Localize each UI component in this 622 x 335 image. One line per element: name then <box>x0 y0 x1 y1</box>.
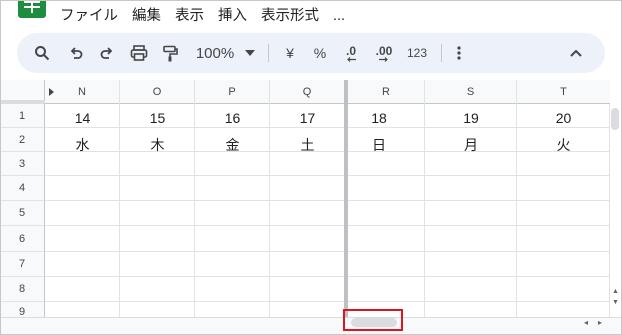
grid-line <box>45 225 610 226</box>
cell-s1[interactable]: 19 <box>425 110 517 126</box>
paint-format-icon[interactable] <box>159 33 181 73</box>
decrease-decimal-button[interactable]: .0 <box>339 33 363 73</box>
percent-button[interactable]: % <box>309 33 331 73</box>
cell-n2[interactable]: 水 <box>45 135 120 155</box>
print-icon[interactable] <box>127 33 151 73</box>
menu-insert[interactable]: 挿入 <box>218 5 247 27</box>
spreadsheet-grid: N O P Q R S T 1 2 3 4 5 6 7 8 9 14 15 16… <box>0 80 622 317</box>
cell-p1[interactable]: 16 <box>195 110 270 126</box>
column-header-q[interactable]: Q <box>270 80 345 104</box>
scroll-right-icon[interactable]: ▸ <box>598 318 602 327</box>
menu-format[interactable]: 表示形式 <box>261 5 319 27</box>
highlight-box <box>343 309 403 331</box>
row-header-2[interactable]: 2 <box>0 128 45 152</box>
row-header-5[interactable]: 5 <box>0 201 45 226</box>
zoom-value: 100% <box>195 44 235 62</box>
grid-line <box>45 127 610 128</box>
search-icon[interactable] <box>31 33 53 73</box>
grid-line <box>45 175 610 176</box>
cell-t2[interactable]: 火 <box>517 135 610 155</box>
cell-s2[interactable]: 月 <box>425 135 517 155</box>
cell-n1[interactable]: 14 <box>45 110 120 126</box>
arrow-left-icon <box>347 56 356 62</box>
scroll-up-icon[interactable]: ▲ <box>612 288 619 295</box>
arrow-right-icon <box>379 56 388 62</box>
menu-bar: ファイル 編集 表示 挿入 表示形式 ... <box>60 5 359 27</box>
toolbar: 100% ¥ % .0 .00 123 <box>17 33 605 73</box>
horizontal-scrollbar[interactable] <box>0 317 622 335</box>
number-format-label: 123 <box>406 46 428 60</box>
menu-more[interactable]: ... <box>333 5 345 27</box>
collapse-icon[interactable] <box>565 33 587 73</box>
number-format-button[interactable]: 123 <box>403 33 431 73</box>
row-header-6[interactable]: 6 <box>0 226 45 252</box>
grid-line <box>45 276 610 277</box>
row-header-3[interactable]: 3 <box>0 152 45 176</box>
increase-decimal-label: .00 <box>375 43 393 58</box>
grid-line <box>45 251 610 252</box>
sheets-logo-icon[interactable] <box>18 0 46 18</box>
column-header-t[interactable]: T <box>517 80 610 104</box>
scroll-down-icon[interactable]: ▼ <box>612 299 619 306</box>
decrease-decimal-label: .0 <box>345 43 356 58</box>
cell-o1[interactable]: 15 <box>120 110 195 126</box>
menu-view[interactable]: 表示 <box>175 5 204 27</box>
column-header-o[interactable]: O <box>120 80 195 104</box>
cell-q2[interactable]: 土 <box>270 135 345 155</box>
vertical-scrollbar[interactable] <box>609 104 622 317</box>
column-header-p[interactable]: P <box>195 80 270 104</box>
zoom-select[interactable]: 100% <box>193 33 237 73</box>
row-header-7[interactable]: 7 <box>0 252 45 277</box>
percent-label: % <box>313 45 327 61</box>
column-header-n[interactable]: N <box>45 80 120 104</box>
grid-line <box>45 301 610 302</box>
toolbar-separator <box>441 44 442 62</box>
row-header-9[interactable]: 9 <box>0 302 45 317</box>
zoom-dropdown-icon[interactable] <box>242 33 258 73</box>
menu-edit[interactable]: 編集 <box>132 5 161 27</box>
cell-o2[interactable]: 木 <box>120 135 195 155</box>
cell-p2[interactable]: 金 <box>195 135 270 155</box>
row-header-1[interactable]: 1 <box>0 104 45 128</box>
toolbar-separator <box>268 44 269 62</box>
redo-icon[interactable] <box>96 33 118 73</box>
row-header-4[interactable]: 4 <box>0 176 45 201</box>
select-all-corner[interactable] <box>0 80 45 104</box>
cell-t1[interactable]: 20 <box>517 110 610 126</box>
undo-icon[interactable] <box>65 33 87 73</box>
cell-q1[interactable]: 17 <box>270 110 345 126</box>
scroll-left-icon[interactable]: ◂ <box>584 318 588 327</box>
column-header-s[interactable]: S <box>425 80 517 104</box>
grid-line <box>45 200 610 201</box>
cell-r2[interactable]: 日 <box>348 135 410 155</box>
more-vert-icon[interactable] <box>451 33 467 73</box>
currency-label: ¥ <box>286 45 294 61</box>
cell-r1[interactable]: 18 <box>348 110 410 126</box>
increase-decimal-button[interactable]: .00 <box>369 33 399 73</box>
column-header-r[interactable]: R <box>348 80 425 104</box>
vertical-scroll-thumb[interactable] <box>611 108 619 130</box>
row-header-8[interactable]: 8 <box>0 277 45 302</box>
currency-button[interactable]: ¥ <box>280 33 300 73</box>
menu-file[interactable]: ファイル <box>60 5 118 27</box>
